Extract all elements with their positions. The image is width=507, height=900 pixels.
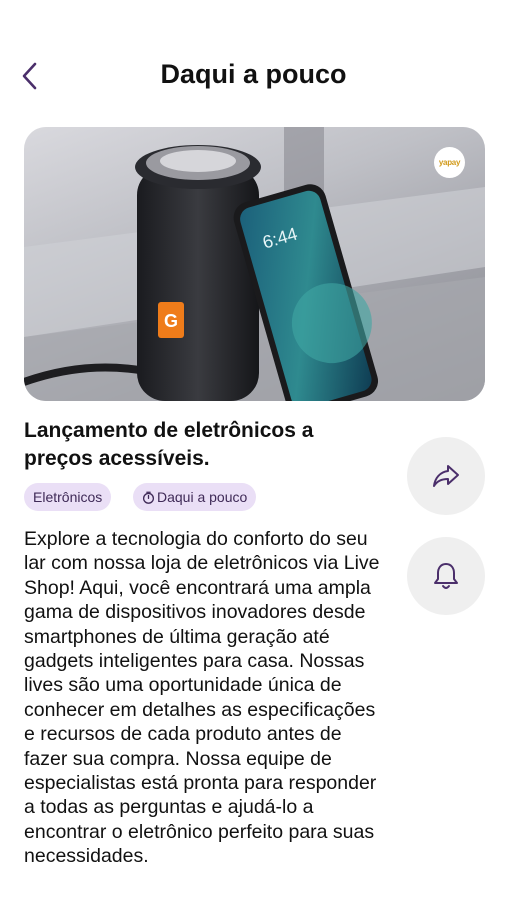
bell-icon: [434, 563, 458, 589]
event-description: Explore a tecnologia do conforto do seu …: [24, 528, 380, 868]
product-photo: G 6:44: [24, 127, 485, 401]
time-chip: Daqui a pouco: [133, 483, 257, 511]
page-title: Daqui a pouco: [160, 59, 347, 89]
top-bar: Daqui a pouco: [0, 44, 507, 108]
share-button[interactable]: [407, 437, 485, 515]
notify-button[interactable]: [407, 537, 485, 615]
category-chip: Eletrônicos: [24, 483, 112, 511]
time-chip-label: Daqui a pouco: [157, 489, 248, 505]
stopwatch-icon: [142, 491, 155, 504]
yapay-logo: yapay: [434, 147, 465, 178]
event-cover-image: G 6:44 yapay: [24, 127, 485, 401]
share-arrow-icon: [433, 465, 459, 487]
event-title: Lançamento de eletrônicos a preços acess…: [24, 419, 314, 470]
svg-text:G: G: [164, 311, 178, 331]
